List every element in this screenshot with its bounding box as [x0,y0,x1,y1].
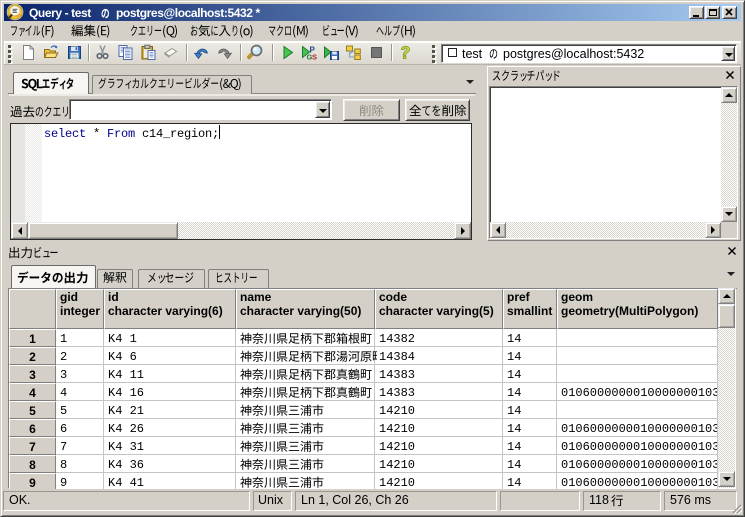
svg-text:S: S [312,53,317,62]
